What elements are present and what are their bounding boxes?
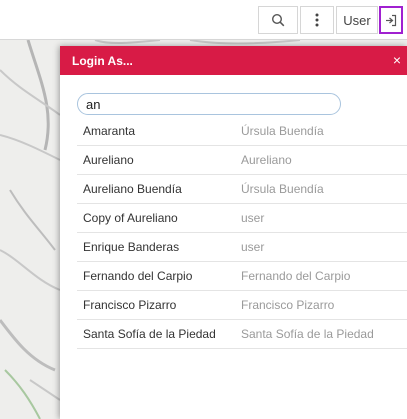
display-name-cell: Enrique Banderas [83,240,180,254]
more-menu-button[interactable] [300,6,334,34]
dialog-header: Login As... × [60,46,407,75]
search-button[interactable] [258,6,298,34]
username-cell: Fernando del Carpio [241,269,351,283]
display-name-cell: Fernando del Carpio [83,269,193,283]
username-cell: user [241,240,265,254]
dialog-title: Login As... [72,53,133,68]
display-name-cell: Aureliano Buendía [83,182,182,196]
display-name-cell: Amaranta [83,124,136,138]
close-icon[interactable]: × [393,52,401,68]
login-as-icon [386,14,397,26]
user-list-row[interactable]: Aureliano Aureliano [77,146,407,175]
user-list-row[interactable]: Copy of Aureliano user [77,204,407,233]
more-vertical-icon [315,13,319,27]
display-name-cell: Francisco Pizarro [83,298,177,312]
display-name-cell: Aureliano [83,153,134,167]
login-as-dialog: Login As... × AmarantaÚrsula BuendíaAure… [60,46,407,419]
username-cell: user [241,211,265,225]
user-list-row[interactable]: Enrique Banderas user [77,233,407,262]
search-icon [271,13,285,27]
user-list-row[interactable]: Aureliano Buendía Úrsula Buendía [77,175,407,204]
top-toolbar: User [0,0,407,40]
user-list: Amaranta Úrsula Buendía Aureliano Aureliano… [77,117,407,349]
user-list-row[interactable]: Francisco Pizarro Francisco Pizarro [77,291,407,320]
username-cell: Úrsula Buendía [241,124,324,138]
username-cell: Úrsula Buendía [241,182,324,196]
user-list-row[interactable]: Amaranta Úrsula Buendía [77,117,407,146]
display-name-cell: Copy of Aureliano [83,211,178,225]
username-cell: Francisco Pizarro [241,298,335,312]
display-name-cell: Santa Sofía de la Piedad [83,327,216,341]
username-cell: Aureliano [241,153,292,167]
user-menu-button[interactable]: User [336,6,378,34]
username-cell: Santa Sofía de la Piedad [241,327,374,341]
user-label: User [343,12,371,28]
login-as-button[interactable] [379,6,403,34]
user-list-row[interactable]: Fernando del Carpio Fernando del Carpio [77,262,407,291]
user-list-row[interactable]: Santa Sofía de la Piedad Santa Sofía de l… [77,320,407,349]
user-search-input[interactable] [77,93,341,115]
